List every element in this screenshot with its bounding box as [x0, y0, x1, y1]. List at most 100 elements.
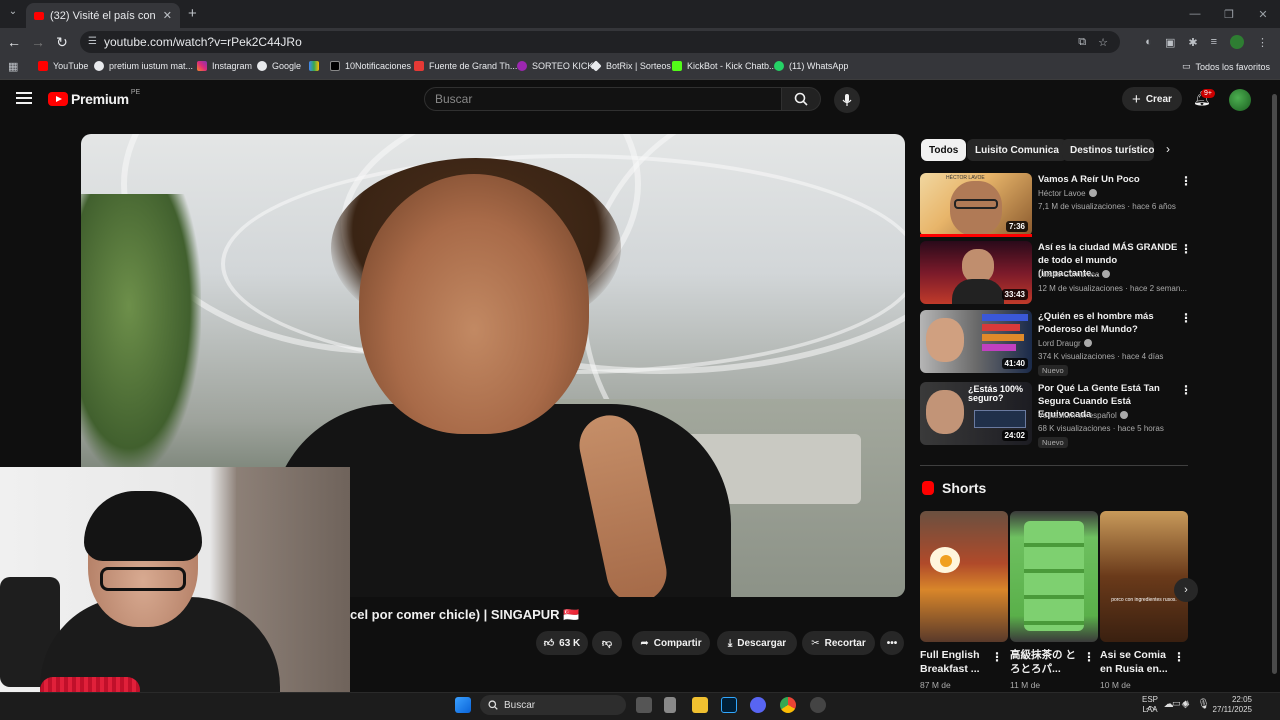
- more-options-icon[interactable]: ⋮: [1180, 174, 1192, 188]
- more-options-icon[interactable]: ⋮: [991, 650, 1003, 664]
- more-options-icon[interactable]: ⋮: [1083, 650, 1095, 664]
- bookmark-botrix[interactable]: BotRix | Sorteos: [590, 60, 671, 72]
- rec-thumbnail[interactable]: ¿Estás 100% seguro? 24:02: [920, 382, 1032, 445]
- taskbar-search[interactable]: Buscar: [480, 695, 626, 715]
- more-options-icon[interactable]: ⋮: [1173, 650, 1185, 664]
- task-view-icon[interactable]: [636, 697, 652, 713]
- short-thumbnail[interactable]: porco con ingredientes rusos.: [1100, 511, 1188, 642]
- rec-thumbnail[interactable]: HÉCTOR LAVOE 7:36: [920, 173, 1032, 236]
- profile-avatar-icon[interactable]: [1230, 35, 1244, 49]
- install-app-icon[interactable]: ⧉: [1078, 36, 1086, 49]
- browser-menu-icon[interactable]: ⋮: [1257, 36, 1268, 49]
- more-options-icon[interactable]: ⋮: [1180, 383, 1192, 397]
- network-volume-icon[interactable]: ▭ 🔊︎: [1172, 698, 1189, 709]
- bookmark-x[interactable]: 10Notificaciones: [330, 61, 411, 71]
- share-button[interactable]: ➦ Compartir: [632, 631, 710, 655]
- more-options-icon[interactable]: ⋮: [1180, 242, 1192, 256]
- windows-start-icon[interactable]: [455, 697, 471, 713]
- bookmark-pretium[interactable]: pretium iustum mat...: [94, 61, 193, 71]
- short-title[interactable]: Asi se Comia en Rusia en...: [1100, 648, 1172, 676]
- tab-close-icon[interactable]: ✕: [163, 9, 172, 22]
- thumb-bar: [982, 324, 1020, 331]
- bookmark-instagram[interactable]: Instagram: [197, 61, 252, 71]
- rec-channel[interactable]: Veritasium en español: [1038, 411, 1128, 420]
- menu-icon[interactable]: [16, 92, 32, 106]
- extensions-puzzle-icon[interactable]: ✱: [1188, 36, 1197, 49]
- more-actions-button[interactable]: •••: [880, 631, 904, 655]
- bookmark-sorteo-kick[interactable]: SORTEO KICK: [517, 61, 593, 71]
- rec-thumbnail[interactable]: 33:43: [920, 241, 1032, 304]
- rec-meta: 374 K visualizaciones · hace 4 días: [1038, 352, 1164, 361]
- youtube-premium-logo[interactable]: Premium PE: [48, 89, 140, 107]
- chevron-right-icon[interactable]: ›: [1174, 578, 1198, 602]
- extension-icon[interactable]: ◐: [1145, 36, 1152, 48]
- window-controls: — ❐ ✕: [1178, 0, 1280, 28]
- chip-destinos[interactable]: Destinos turísticos: [1062, 139, 1154, 161]
- voice-search-button[interactable]: [834, 87, 860, 113]
- search-input[interactable]: Buscar: [424, 87, 782, 111]
- clip-button[interactable]: ✂ Recortar: [802, 631, 875, 655]
- app-icon[interactable]: [664, 697, 676, 713]
- apps-grid-icon[interactable]: ▦: [8, 60, 18, 73]
- minimize-icon[interactable]: —: [1178, 0, 1212, 28]
- discord-icon[interactable]: [750, 697, 766, 713]
- short-title[interactable]: 高級抹茶の とろとろパ...: [1010, 648, 1082, 676]
- chevron-right-icon[interactable]: ›: [1166, 142, 1170, 156]
- more-options-icon[interactable]: ⋮: [1180, 311, 1192, 325]
- verified-icon: [1102, 270, 1111, 278]
- account-avatar[interactable]: [1229, 89, 1251, 111]
- extension-icon[interactable]: ▣: [1165, 36, 1175, 49]
- short-views: 10 M de: [1100, 680, 1131, 690]
- short-title[interactable]: Full English Breakfast ...: [920, 648, 992, 676]
- chip-luisito[interactable]: Luisito Comunica: [967, 139, 1067, 161]
- tab-active[interactable]: (32) Visité el país con las leyes ✕: [26, 3, 180, 28]
- bookmark-kickbot[interactable]: KickBot - Kick Chatb...: [672, 61, 777, 71]
- bookmark-star-icon[interactable]: ☆: [1098, 36, 1108, 49]
- site-info-icon[interactable]: ☰: [88, 36, 97, 47]
- bookmark-google[interactable]: Google: [257, 61, 301, 71]
- scrollbar-thumb[interactable]: [1272, 94, 1277, 674]
- all-bookmarks[interactable]: ▭ Todos los favoritos: [1182, 61, 1270, 72]
- rec-meta: 68 K visualizaciones · hace 5 horas: [1038, 424, 1164, 433]
- reading-list-icon[interactable]: ≡: [1211, 36, 1217, 48]
- chrome-icon[interactable]: [780, 697, 796, 713]
- short-thumbnail[interactable]: [920, 511, 1008, 642]
- rec-channel[interactable]: Lord Draugr: [1038, 339, 1092, 348]
- address-bar[interactable]: ☰ youtube.com/watch?v=rPek2C44JRo ⧉ ☆: [80, 31, 1120, 53]
- rec-channel[interactable]: Héctor Lavoe: [1038, 189, 1097, 198]
- short-thumbnail[interactable]: [1010, 511, 1098, 642]
- thumb-face: [926, 390, 964, 434]
- video-duration: 7:36: [1005, 221, 1028, 232]
- video-duration: 41:40: [1001, 358, 1028, 369]
- file-explorer-icon[interactable]: [692, 697, 708, 713]
- bookmark-extension[interactable]: [309, 61, 324, 71]
- close-window-icon[interactable]: ✕: [1246, 0, 1280, 28]
- photoshop-icon[interactable]: [721, 697, 737, 713]
- bookmark-whatsapp[interactable]: (11) WhatsApp: [774, 61, 848, 71]
- bookmark-youtube[interactable]: YouTube: [38, 61, 88, 71]
- app-icon[interactable]: [810, 697, 826, 713]
- bookmark-fuente[interactable]: Fuente de Grand Th...: [414, 61, 517, 71]
- thumb-panel: [974, 410, 1026, 428]
- video-title: cel por comer chicle) | SINGAPUR 🇸🇬: [350, 607, 580, 622]
- maximize-icon[interactable]: ❐: [1212, 0, 1246, 28]
- taskbar-clock[interactable]: 22:05 27/11/2025: [1208, 695, 1252, 715]
- language-indicator[interactable]: ESP LAA: [1142, 695, 1158, 715]
- chip-todos[interactable]: Todos: [921, 139, 967, 161]
- like-button[interactable]: 👍︎ 63 K: [536, 631, 588, 655]
- rec-title[interactable]: Vamos A Reír Un Poco: [1038, 173, 1178, 186]
- short-caption: porco con ingredientes rusos.: [1111, 597, 1177, 603]
- reload-icon[interactable]: ↻: [54, 34, 70, 51]
- create-button[interactable]: + Crear: [1122, 87, 1182, 111]
- rec-channel[interactable]: Luisito Comunica: [1038, 270, 1111, 279]
- rec-title[interactable]: ¿Quién es el hombre más Poderoso del Mun…: [1038, 310, 1178, 336]
- rec-thumbnail[interactable]: 41:40: [920, 310, 1032, 373]
- plus-icon: +: [1132, 90, 1141, 108]
- search-button[interactable]: [781, 87, 821, 111]
- dislike-button[interactable]: 👎︎: [592, 631, 622, 655]
- forward-icon[interactable]: →: [30, 34, 46, 50]
- tab-search-icon[interactable]: ⌄: [6, 6, 20, 20]
- back-icon[interactable]: ←: [6, 34, 22, 50]
- new-tab-icon[interactable]: +: [188, 5, 197, 22]
- download-button[interactable]: ⤓ Descargar: [717, 631, 797, 655]
